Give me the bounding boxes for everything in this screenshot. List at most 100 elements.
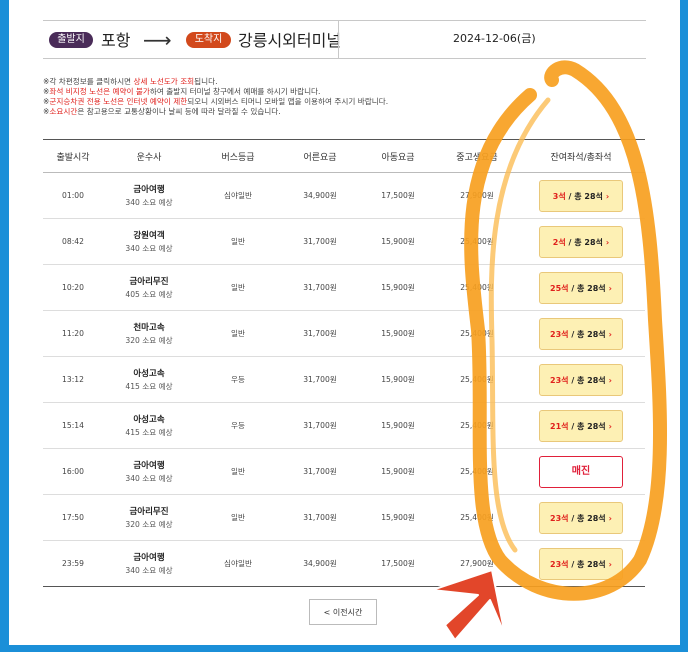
adult-fare: 34,900원 (281, 540, 359, 587)
notice-line: ※군지승차권 전용 노선은 인터넷 예약이 제한되오니 시외버스 티머니 모바일… (43, 97, 388, 107)
child-fare: 17,500원 (359, 540, 437, 587)
chevron-right-icon: › (608, 559, 612, 569)
remaining-seats: 23석 (550, 559, 569, 569)
carrier-cell: 금아여행 340 소요 예상 (103, 540, 195, 587)
seat-select-button[interactable]: 23석 / 총 28석 › (539, 363, 623, 396)
student-fare: 27,900원 (437, 540, 517, 587)
carrier-name: 강원여객 (133, 231, 165, 241)
travel-duration: 320 소요 예상 (125, 336, 173, 345)
table-row[interactable]: 23:59 금아여행 340 소요 예상 심야일반 34,900원 17,500원 27,9… (43, 540, 645, 587)
bus-schedule-table: 출발시각 운수사 버스등급 어른요금 아동요금 중고생요금 잔여좌석/총좌석 01:00 금아… (43, 139, 645, 587)
seat-select-button[interactable]: 25석 / 총 28석 › (539, 271, 623, 304)
student-fare: 25,400원 (437, 218, 517, 265)
bus-grade: 일반 (195, 310, 281, 357)
travel-duration: 415 소요 예상 (125, 382, 173, 391)
page: 출발지 포항 ⟶ 도착지 강릉시외터미널 2024-12-06(금) ※각 차편… (0, 0, 688, 652)
departure-time: 15:14 (43, 402, 103, 449)
seat-select-button[interactable]: 2석 / 총 28석 › (539, 225, 623, 258)
seat-cell: 3석 / 총 28석 › (517, 172, 645, 219)
notice-list: ※각 차편정보를 클릭하시면 상세 노선도가 조회됩니다. ※좌석 비지정 노선은… (43, 77, 388, 117)
child-fare: 17,500원 (359, 172, 437, 219)
adult-fare: 31,700원 (281, 494, 359, 541)
carrier-cell: 아성고속 415 소요 예상 (103, 402, 195, 449)
child-fare: 15,900원 (359, 310, 437, 357)
seat-cell: 23석 / 총 28석 › (517, 494, 645, 541)
departure-badge: 출발지 (49, 32, 93, 48)
column-header: 중고생요금 (437, 139, 517, 173)
departure-time: 17:50 (43, 494, 103, 541)
departure-time: 16:00 (43, 448, 103, 495)
carrier-cell: 천마고속 320 소요 예상 (103, 310, 195, 357)
bus-grade: 일반 (195, 494, 281, 541)
departure-time: 10:20 (43, 264, 103, 311)
seat-cell: 23석 / 총 28석 › (517, 540, 645, 587)
carrier-cell: 금아여행 340 소요 예상 (103, 172, 195, 219)
notice-highlight: 좌석 비지정 노선은 예약이 불가 (49, 87, 150, 96)
travel-duration: 405 소요 예상 (125, 290, 173, 299)
total-seats: / 총 28석 (571, 559, 606, 569)
notice-text: 은 참고용으로 교통상황이나 날씨 등에 따라 달라질 수 있습니다. (77, 107, 281, 116)
previous-time-button[interactable]: < 이전시간 (309, 599, 377, 625)
table-row[interactable]: 13:12 아성고속 415 소요 예상 우등 31,700원 15,900원 25,400… (43, 356, 645, 403)
column-header: 출발시각 (43, 139, 103, 173)
column-header: 아동요금 (359, 139, 437, 173)
carrier-cell: 강원여객 340 소요 예상 (103, 218, 195, 265)
departure-time: 11:20 (43, 310, 103, 357)
travel-duration: 340 소요 예상 (125, 244, 173, 253)
child-fare: 15,900원 (359, 494, 437, 541)
bus-grade: 일반 (195, 448, 281, 495)
carrier-name: 금아여행 (133, 185, 165, 195)
table-row[interactable]: 15:14 아성고속 415 소요 예상 우등 31,700원 15,900원 25,400… (43, 402, 645, 449)
seat-select-button[interactable]: 23석 / 총 28석 › (539, 501, 623, 534)
chevron-right-icon: › (605, 191, 610, 201)
notice-line: ※각 차편정보를 클릭하시면 상세 노선도가 조회됩니다. (43, 77, 388, 87)
student-fare: 25,400원 (437, 310, 517, 357)
carrier-cell: 금아리무진 320 소요 예상 (103, 494, 195, 541)
bus-grade: 우등 (195, 402, 281, 449)
departure-time: 08:42 (43, 218, 103, 265)
seat-select-button[interactable]: 23석 / 총 28석 › (539, 317, 623, 350)
remaining-seats: 23석 (550, 513, 569, 523)
bus-grade: 심야일반 (195, 540, 281, 587)
child-fare: 15,900원 (359, 448, 437, 495)
seat-select-button[interactable]: 21석 / 총 28석 › (539, 409, 623, 442)
adult-fare: 31,700원 (281, 310, 359, 357)
travel-duration: 415 소요 예상 (125, 428, 173, 437)
table-header-row: 출발시각 운수사 버스등급 어른요금 아동요금 중고생요금 잔여좌석/총좌석 (43, 139, 645, 173)
departure-city: 포항 (101, 31, 131, 50)
travel-duration: 340 소요 예상 (125, 198, 173, 207)
seat-cell: 2석 / 총 28석 › (517, 218, 645, 265)
carrier-name: 금아여행 (133, 461, 165, 471)
student-fare: 25,400원 (437, 494, 517, 541)
carrier-name: 금아여행 (133, 553, 165, 563)
table-row[interactable]: 10:20 금아리무진 405 소요 예상 일반 31,700원 15,900원 25,40… (43, 264, 645, 311)
seat-cell: 23석 / 총 28석 › (517, 356, 645, 403)
table-row[interactable]: 17:50 금아리무진 320 소요 예상 일반 31,700원 15,900원 25,40… (43, 494, 645, 541)
seat-select-button[interactable]: 3석 / 총 28석 › (539, 179, 623, 212)
table-row[interactable]: 01:00 금아여행 340 소요 예상 심야일반 34,900원 17,500원 27,9… (43, 172, 645, 219)
seat-cell: 매진 (517, 448, 645, 495)
route-header: 출발지 포항 ⟶ 도착지 강릉시외터미널 2024-12-06(금) (43, 20, 646, 59)
notice-text: 되오니 시외버스 티머니 모바일 앱을 이용하여 주시기 바랍니다. (187, 97, 389, 106)
carrier-name: 천마고속 (133, 323, 165, 333)
student-fare: 25,400원 (437, 356, 517, 403)
carrier-cell: 금아여행 340 소요 예상 (103, 448, 195, 495)
table-row[interactable]: 08:42 강원여객 340 소요 예상 일반 31,700원 15,900원 25,400… (43, 218, 645, 265)
notice-highlight: 상세 노선도가 조회 (133, 77, 195, 86)
seat-cell: 25석 / 총 28석 › (517, 264, 645, 311)
departure-time: 23:59 (43, 540, 103, 587)
chevron-right-icon: › (608, 513, 612, 523)
bus-grade: 일반 (195, 218, 281, 265)
total-seats: / 총 28석 (568, 237, 603, 247)
notice-text: 됩니다. (194, 77, 218, 86)
seat-select-button[interactable]: 23석 / 총 28석 › (539, 547, 623, 580)
adult-fare: 31,700원 (281, 448, 359, 495)
table-body: 01:00 금아여행 340 소요 예상 심야일반 34,900원 17,500원 27,9… (43, 172, 645, 587)
column-header: 어른요금 (281, 139, 359, 173)
child-fare: 15,900원 (359, 218, 437, 265)
table-row[interactable]: 11:20 천마고속 320 소요 예상 일반 31,700원 15,900원 25,400… (43, 310, 645, 357)
table-row[interactable]: 16:00 금아여행 340 소요 예상 일반 31,700원 15,900원 25,400… (43, 448, 645, 495)
student-fare: 25,400원 (437, 448, 517, 495)
chevron-right-icon: › (608, 375, 612, 385)
bus-grade: 우등 (195, 356, 281, 403)
